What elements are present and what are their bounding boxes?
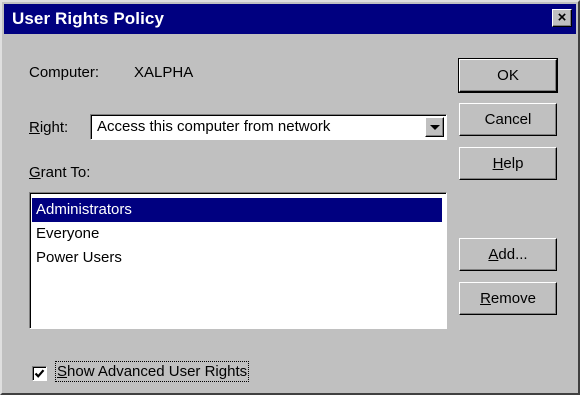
title-bar[interactable]: User Rights Policy × (4, 4, 576, 34)
right-dropdown[interactable]: Access this computer from network (90, 114, 447, 140)
user-rights-policy-dialog: User Rights Policy × Computer: XALPHA Ri… (0, 0, 580, 395)
show-advanced-checkbox[interactable] (32, 366, 47, 381)
ok-button[interactable]: OK (458, 58, 558, 93)
window-title: User Rights Policy (12, 9, 165, 28)
grant-to-label: Grant To: (29, 164, 91, 181)
right-dropdown-button[interactable] (425, 117, 444, 137)
list-item-power-users[interactable]: Power Users (32, 246, 442, 270)
right-dropdown-value: Access this computer from network (97, 118, 331, 135)
list-item-administrators[interactable]: Administrators (32, 198, 442, 222)
show-advanced-label[interactable]: Show Advanced User Rights (54, 361, 250, 382)
remove-button[interactable]: Remove (459, 282, 557, 315)
close-button[interactable]: × (552, 9, 572, 27)
cancel-button[interactable]: Cancel (459, 103, 557, 136)
computer-name: XALPHA (134, 64, 194, 81)
computer-label: Computer: (29, 64, 100, 81)
checkmark-icon (34, 369, 45, 378)
add-button[interactable]: Add... (459, 238, 557, 271)
list-item-everyone[interactable]: Everyone (32, 222, 442, 246)
close-icon: × (557, 9, 567, 26)
help-button[interactable]: Help (459, 147, 557, 180)
right-label: Right: (29, 119, 69, 136)
chevron-down-icon (430, 125, 440, 130)
grant-to-list[interactable]: Administrators Everyone Power Users (29, 192, 447, 329)
